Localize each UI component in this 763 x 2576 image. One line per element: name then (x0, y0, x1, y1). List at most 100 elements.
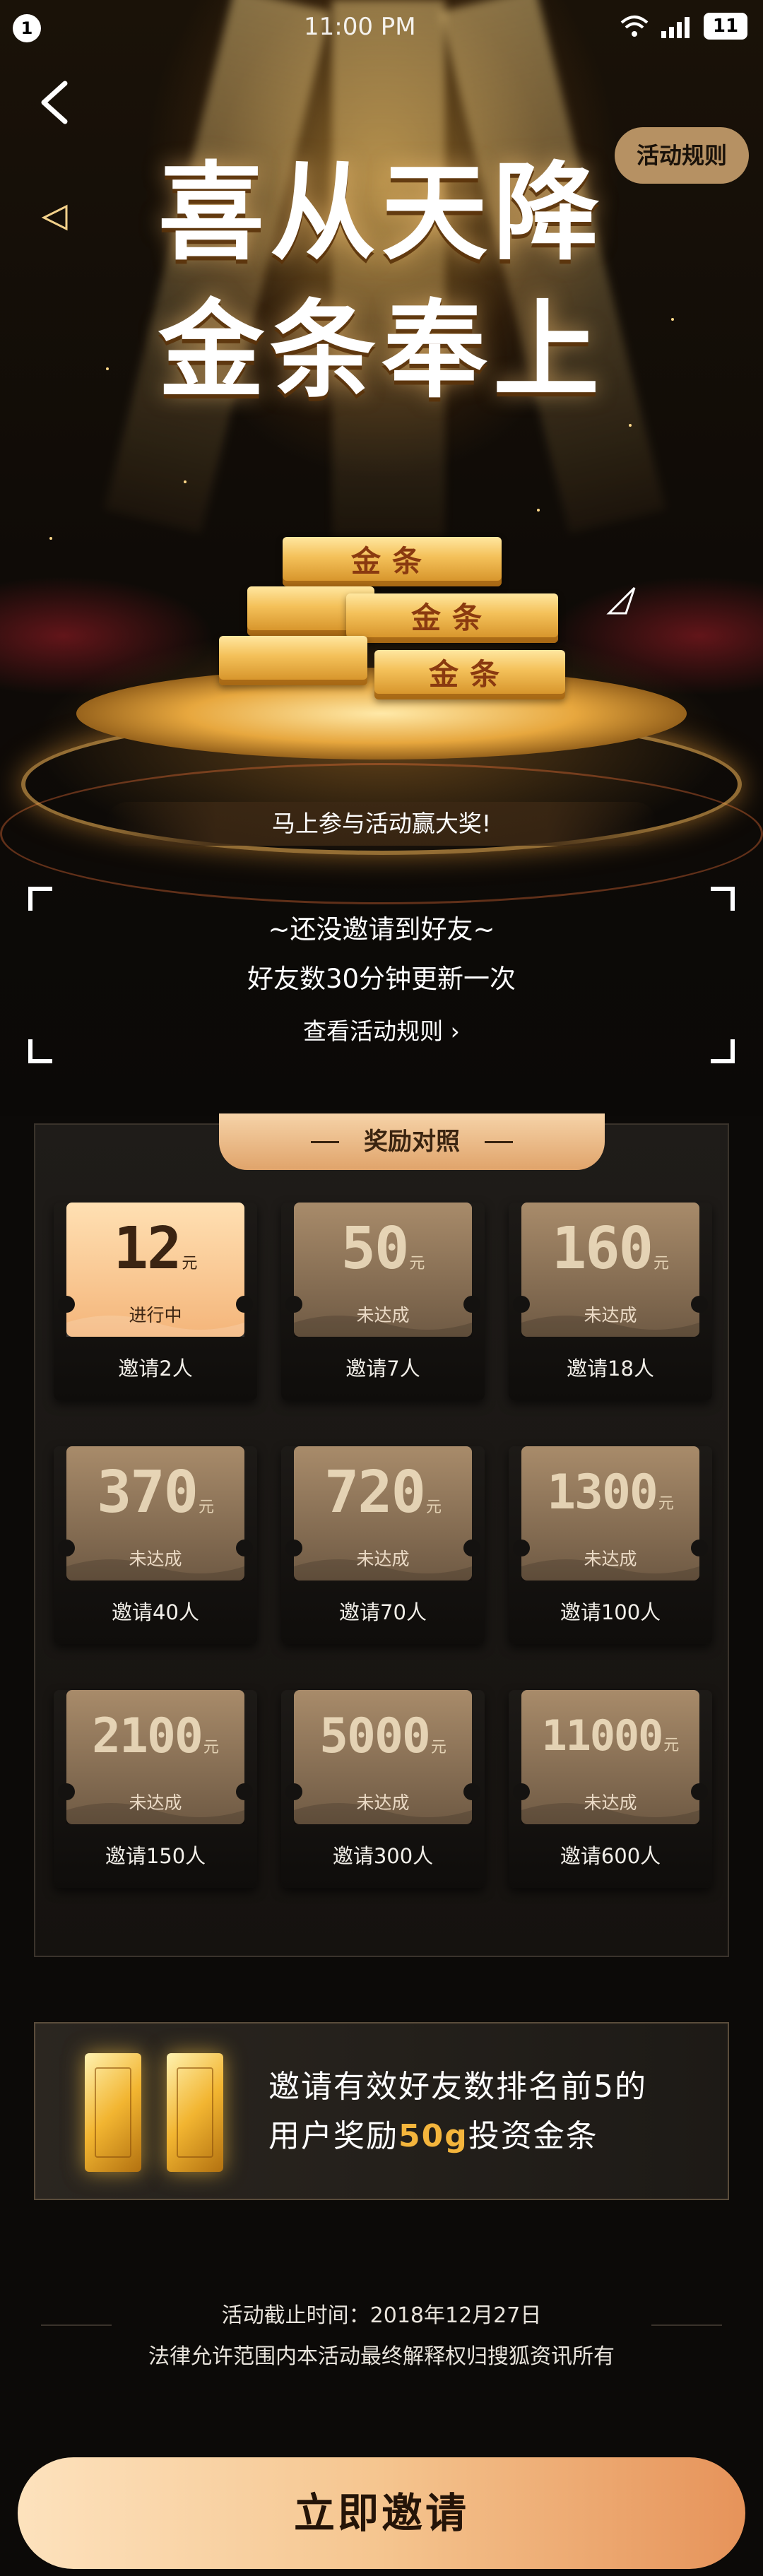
reward-amount: 160元 (551, 1215, 670, 1282)
reward-card: 720元 未达成 邀请70人 (281, 1446, 485, 1644)
ticket-notch (58, 1783, 75, 1800)
ranking-reward-text: 邀请有效好友数排名前5的 用户奖励50g投资金条 (268, 2062, 721, 2161)
status-bar: 1 11:00 PM 11 (0, 0, 763, 57)
ranking-highlight: 50g (398, 2118, 468, 2154)
reward-table-panel: 奖励对照 12元 进行中 邀请2人 50元 未达成 邀请7人 160元 未达成 … (34, 1113, 729, 1957)
ticket-notch (463, 1540, 480, 1556)
reward-card: 1300元 未达成 邀请100人 (509, 1446, 712, 1644)
reward-requirement: 邀请300人 (332, 1844, 434, 1868)
hero-title-line2: 金条奉上 (158, 288, 605, 413)
gold-bar: 金条 (283, 537, 502, 586)
reward-amount: 720元 (324, 1459, 442, 1526)
invite-now-button[interactable]: 立即邀请 (18, 2457, 745, 2569)
reward-requirement: 邀请40人 (112, 1600, 199, 1624)
reward-amount: 2100元 (92, 1708, 219, 1764)
back-button[interactable] (34, 78, 76, 127)
frame-corner (28, 887, 52, 911)
reward-status: 未达成 (129, 1549, 182, 1569)
status-time: 11:00 PM (304, 13, 416, 41)
sparkle (629, 424, 632, 427)
gold-bar: 金条 (374, 650, 565, 699)
reward-requirement: 邀请2人 (118, 1357, 193, 1381)
reward-card: 160元 未达成 邀请18人 (509, 1203, 712, 1400)
sparkle (537, 509, 540, 512)
update-interval-text: 好友数30分钟更新一次 (247, 964, 516, 994)
ticket-notch (236, 1296, 253, 1313)
gold-bar-text: 金条 (428, 657, 511, 692)
reward-card: 12元 进行中 邀请2人 (54, 1203, 257, 1400)
invite-status-box: ~还没邀请到好友~ 好友数30分钟更新一次 查看活动规则 › (28, 887, 735, 1063)
ticket-notch (513, 1783, 530, 1800)
view-rules-link[interactable]: 查看活动规则 › (28, 1012, 735, 1046)
reward-table-header: 奖励对照 (219, 1113, 605, 1170)
ticket-notch (691, 1540, 708, 1556)
reward-ticket: 370元 未达成 (58, 1446, 253, 1581)
ranking-line2: 用户奖励50g投资金条 (268, 2118, 598, 2154)
gold-bar (219, 636, 367, 685)
signal-icon (661, 17, 690, 38)
battery-indicator: 11 (704, 13, 747, 40)
gold-bar-image (85, 2053, 141, 2172)
reward-ticket: 50元 未达成 (285, 1203, 480, 1337)
reward-status: 进行中 (129, 1305, 182, 1325)
reward-ticket: 5000元 未达成 (285, 1690, 480, 1824)
ticket-notch (285, 1783, 302, 1800)
gold-bar-text: 金条 (350, 544, 433, 579)
ticket-notch (58, 1296, 75, 1313)
reward-requirement: 邀请7人 (345, 1357, 420, 1381)
reward-status: 未达成 (356, 1549, 410, 1569)
reward-requirement: 邀请70人 (339, 1600, 427, 1624)
status-icons: 11 (619, 13, 747, 40)
page: 1 11:00 PM 11 活动规则 喜从天降 金条奉上 金条 金条 金条 马上… (0, 0, 763, 2576)
ticket-notch (58, 1540, 75, 1556)
join-tagline: 马上参与活动赢大奖! (106, 802, 657, 846)
chevron-left-icon (41, 81, 68, 124)
reward-amount: 12元 (113, 1215, 198, 1282)
sparkle (184, 480, 187, 483)
reward-card: 2100元 未达成 邀请150人 (54, 1690, 257, 1888)
reward-requirement: 邀请600人 (560, 1844, 661, 1868)
deadline-text: 活动截止时间：2018年12月27日 (221, 2303, 542, 2328)
reward-ticket: 2100元 未达成 (58, 1690, 253, 1824)
reward-card: 50元 未达成 邀请7人 (281, 1203, 485, 1400)
ticket-notch (236, 1783, 253, 1800)
reward-status: 未达成 (356, 1305, 410, 1325)
reward-card: 370元 未达成 邀请40人 (54, 1446, 257, 1644)
reward-ticket: 1300元 未达成 (513, 1446, 708, 1581)
no-invites-text: ~还没邀请到好友~ (268, 914, 495, 945)
reward-requirement: 邀请150人 (105, 1844, 206, 1868)
reward-ticket: 160元 未达成 (513, 1203, 708, 1337)
reward-status: 未达成 (584, 1549, 637, 1569)
ticket-notch (285, 1296, 302, 1313)
gold-bar-text: 金条 (410, 601, 493, 635)
wifi-icon (620, 16, 649, 37)
triangle-decoration-icon (606, 586, 636, 615)
ticket-notch (285, 1540, 302, 1556)
notification-badge: 1 (13, 14, 41, 42)
gold-bar: 金条 (346, 593, 558, 643)
reward-ticket: 720元 未达成 (285, 1446, 480, 1581)
reward-amount: 11000元 (541, 1711, 680, 1761)
reward-requirement: 邀请100人 (560, 1600, 661, 1624)
ticket-notch (691, 1296, 708, 1313)
reward-ticket: 12元 进行中 (58, 1203, 253, 1337)
ranking-line1: 邀请有效好友数排名前5的 (268, 2069, 647, 2105)
frame-corner (711, 887, 735, 911)
reward-amount: 50元 (341, 1215, 425, 1282)
ticket-notch (463, 1296, 480, 1313)
reward-status: 未达成 (129, 1792, 182, 1813)
ticket-notch (691, 1783, 708, 1800)
gold-bar-image (167, 2053, 223, 2172)
reward-status: 未达成 (356, 1792, 410, 1813)
ranking-reward-banner: 邀请有效好友数排名前5的 用户奖励50g投资金条 (34, 2022, 729, 2200)
reward-amount: 1300元 (547, 1465, 674, 1520)
reward-ticket: 11000元 未达成 (513, 1690, 708, 1824)
sparkle (49, 537, 52, 540)
ticket-notch (236, 1540, 253, 1556)
reward-status: 未达成 (584, 1792, 637, 1813)
reward-amount: 5000元 (319, 1708, 446, 1764)
ticket-notch (513, 1296, 530, 1313)
ticket-notch (463, 1783, 480, 1800)
legal-text: 法律允许范围内本活动最终解释权归搜狐资讯所有 (148, 2344, 615, 2369)
reward-requirement: 邀请18人 (567, 1357, 654, 1381)
